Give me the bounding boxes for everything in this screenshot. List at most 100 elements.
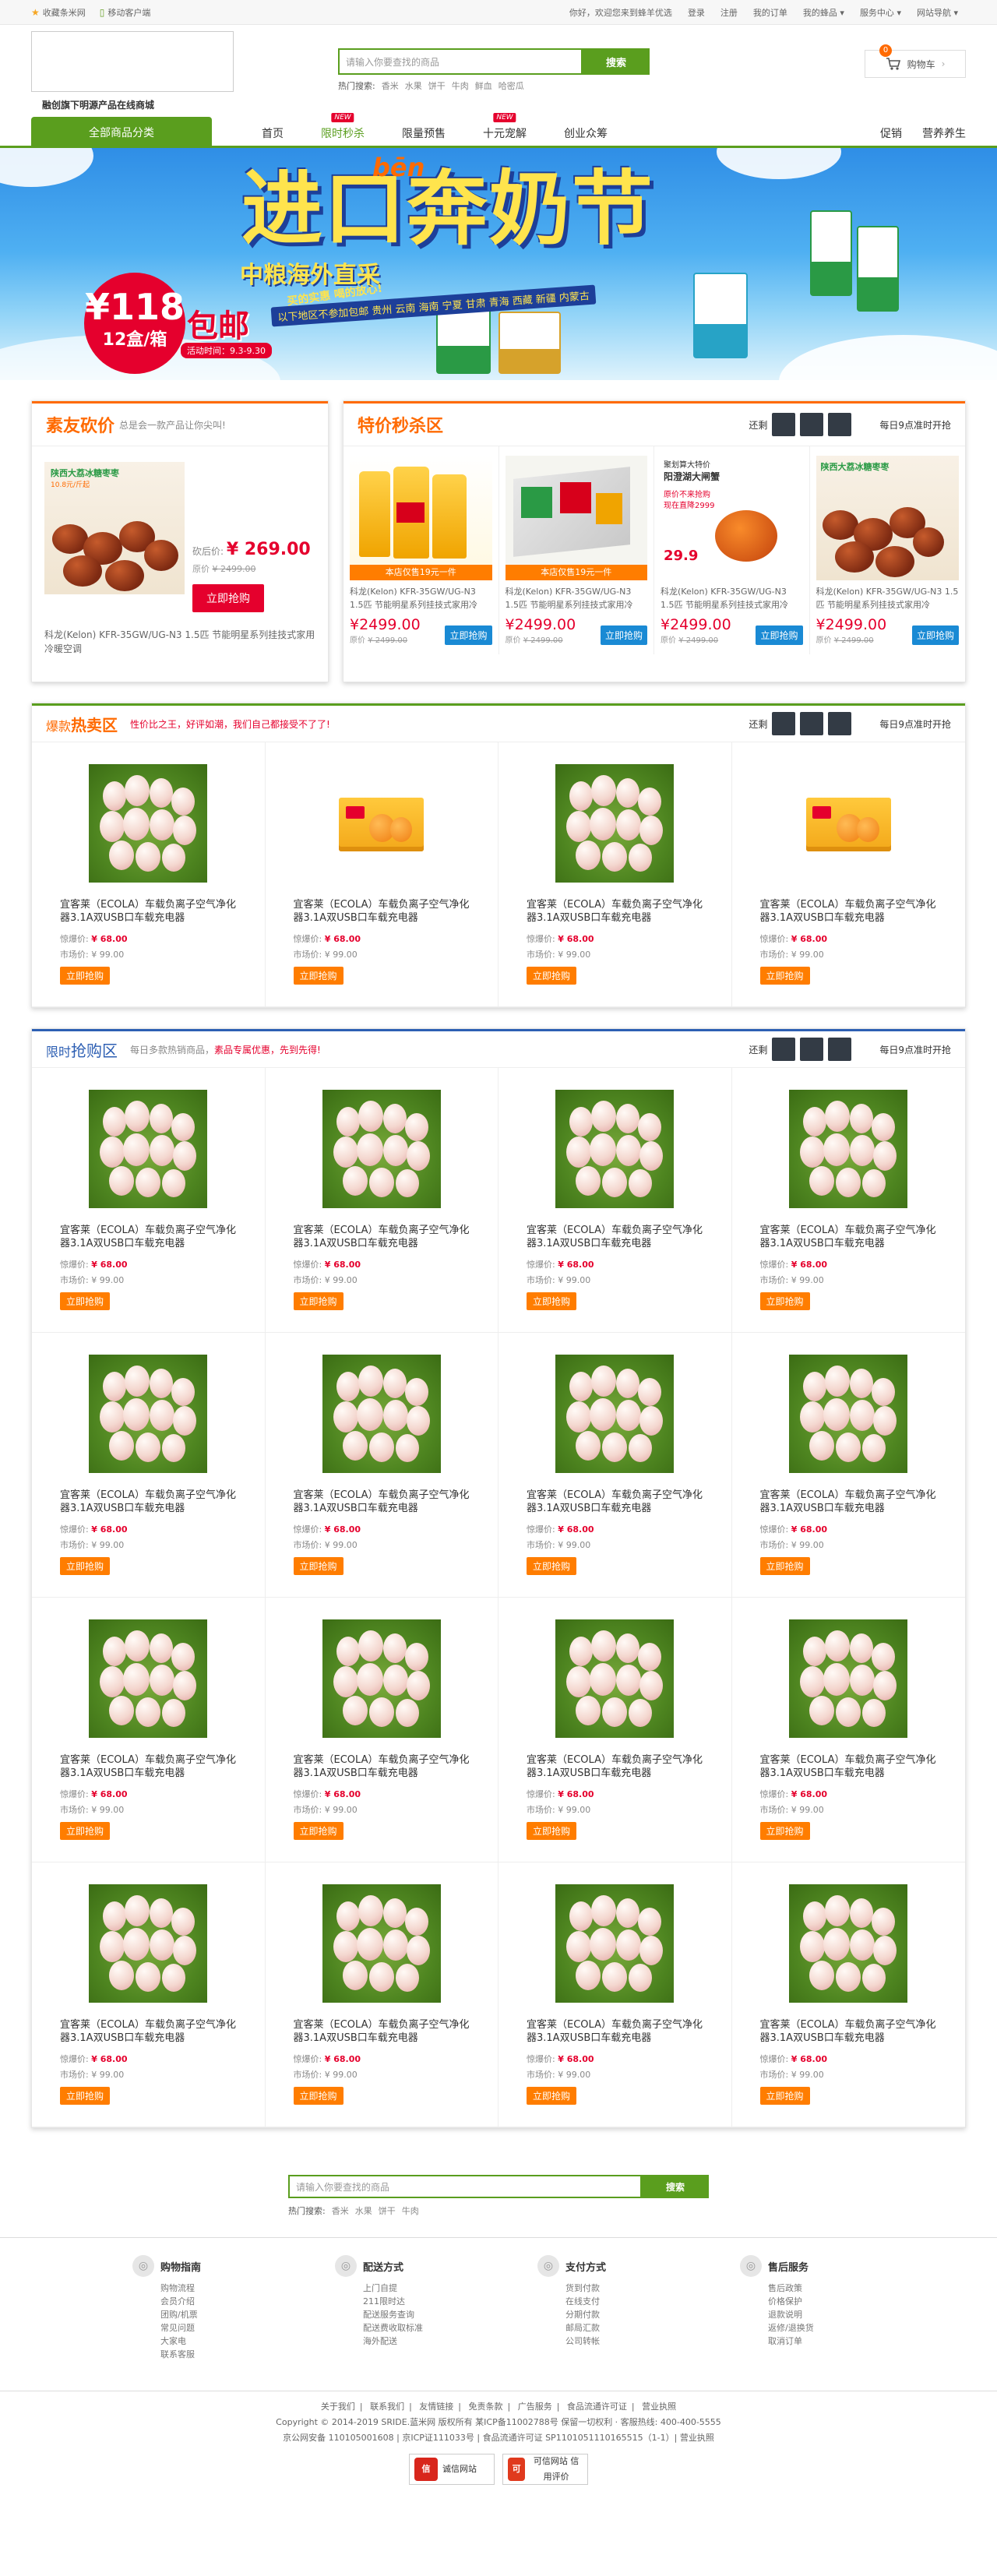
flash-sale-item[interactable]: 本店仅售19元一件 科龙(Kelon) KFR-35GW/UG-N3 1.5匹 … — [343, 446, 499, 654]
product-card[interactable]: 宜客莱（ECOLA）车载负离子空气净化器3.1A双USB口车载充电器 惊爆价: … — [498, 1333, 732, 1598]
search-input[interactable]: 请输入你要查找的商品 — [288, 2175, 642, 2198]
login-link[interactable]: 登录 — [680, 6, 713, 19]
buy-now-button[interactable]: 立即抢购 — [293, 1557, 343, 1575]
buy-now-button[interactable]: 立即抢购 — [527, 1292, 577, 1310]
favorite-link[interactable]: ★ 收藏条米网 — [31, 6, 86, 19]
buy-now-button[interactable]: 立即抢购 — [911, 625, 959, 645]
product-card[interactable]: 宜客莱（ECOLA）车载负离子空气净化器3.1A双USB口车载充电器 惊爆价: … — [32, 1862, 266, 2127]
service-link[interactable]: 大家电 — [160, 2335, 257, 2348]
product-card[interactable]: 宜客莱（ECOLA）车载负离子空气净化器3.1A双USB口车载充电器 惊爆价: … — [265, 1333, 498, 1598]
service-link[interactable]: 售后政策 — [768, 2282, 865, 2295]
buy-now-button[interactable]: 立即抢购 — [527, 967, 577, 985]
flash-sale-item[interactable]: 聚划算大特价 阳澄湖大闸蟹 原价不来抢购 现在直降2999 29.9 科龙(Ke… — [654, 446, 810, 654]
service-link[interactable]: 邮局汇款 — [565, 2321, 662, 2335]
hot-term[interactable]: 水果 — [405, 79, 422, 92]
product-card[interactable]: 宜客莱（ECOLA）车载负离子空气净化器3.1A双USB口车载充电器 惊爆价: … — [731, 1862, 965, 2127]
service-link[interactable]: 在线支付 — [565, 2295, 662, 2308]
buy-now-button[interactable]: 立即抢购 — [600, 625, 647, 645]
service-link[interactable]: 会员介绍 — [160, 2295, 257, 2308]
service-link[interactable]: 公司转帐 — [565, 2335, 662, 2348]
product-card[interactable]: 宜客莱（ECOLA）车载负离子空气净化器3.1A双USB口车载充电器 惊爆价: … — [265, 1598, 498, 1862]
product-card[interactable]: 宜客莱（ECOLA）车载负离子空气净化器3.1A双USB口车载充电器 惊爆价: … — [32, 1598, 266, 1862]
hot-term[interactable]: 牛肉 — [402, 2204, 419, 2217]
buy-now-button[interactable]: 立即抢购 — [293, 967, 343, 985]
hot-term[interactable]: 饼干 — [379, 2204, 396, 2217]
trust-badge[interactable]: 信诚信网站 — [409, 2454, 495, 2485]
buy-now-button[interactable]: 立即抢购 — [759, 1822, 810, 1840]
buy-now-button[interactable]: 立即抢购 — [527, 2087, 577, 2105]
product-card[interactable]: 宜客莱（ECOLA）车载负离子空气净化器3.1A双USB口车载充电器 惊爆价: … — [731, 1068, 965, 1333]
buy-now-button[interactable]: 立即抢购 — [445, 625, 492, 645]
buy-now-button[interactable]: 立即抢购 — [60, 1822, 111, 1840]
service-link[interactable]: 211限时达 — [363, 2295, 460, 2308]
product-card[interactable]: 宜客莱（ECOLA）车载负离子空气净化器3.1A双USB口车载充电器 惊爆价: … — [498, 1862, 732, 2127]
register-link[interactable]: 注册 — [713, 6, 745, 19]
buy-now-button[interactable]: 立即抢购 — [60, 1557, 111, 1575]
nav-item-flash-sale[interactable]: NEW 限时秒杀 — [302, 113, 383, 141]
product-card[interactable]: 宜客莱（ECOLA）车载负离子空气净化器3.1A双USB口车载充电器 惊爆价: … — [32, 1068, 266, 1333]
buy-now-button[interactable]: 立即抢购 — [60, 1292, 111, 1310]
dates-product-image[interactable]: 陕西大荔冰糖枣枣 10.8元/斤起 — [44, 462, 185, 594]
flash-sale-item[interactable]: 陕西大荔冰糖枣枣 科龙(Kelon) KFR-35GW/UG-N3 1.5匹 节… — [810, 446, 966, 654]
my-orders-link[interactable]: 我的订单 — [745, 6, 795, 19]
cart-button[interactable]: 0 购物车 › — [865, 44, 966, 78]
search-button[interactable]: 搜索 — [642, 2175, 709, 2198]
buy-now-button[interactable]: 立即抢购 — [192, 584, 264, 612]
service-link[interactable]: 返修/退换货 — [768, 2321, 865, 2335]
product-card[interactable]: 宜客莱（ECOLA）车载负离子空气净化器3.1A双USB口车载充电器 惊爆价: … — [265, 1068, 498, 1333]
hot-term[interactable]: 香米 — [382, 79, 399, 92]
hot-term[interactable]: 牛肉 — [452, 79, 469, 92]
mobile-client-link[interactable]: ▯ 移动客户端 — [100, 6, 151, 19]
product-card[interactable]: 宜客莱（ECOLA）车载负离子空气净化器3.1A双USB口车载充电器 惊爆价: … — [498, 742, 732, 1007]
footer-link[interactable]: 营业执照 — [637, 2402, 681, 2412]
service-link[interactable]: 退款说明 — [768, 2308, 865, 2321]
nav-item-crowdfunding[interactable]: 创业众筹 — [545, 125, 626, 141]
service-link[interactable]: 价格保护 — [768, 2295, 865, 2308]
nav-item-health[interactable]: 营养养生 — [922, 125, 966, 141]
service-center-menu[interactable]: 服务中心 ▾ — [852, 6, 909, 19]
product-card[interactable]: 宜客莱（ECOLA）车载负离子空气净化器3.1A双USB口车载充电器 惊爆价: … — [731, 1598, 965, 1862]
promo-banner[interactable]: 进口奔奶节 bēn 中粮海外直采 买的实惠 喝的放心! 以下地区不参加包邮 贵州… — [0, 148, 997, 380]
buy-now-button[interactable]: 立即抢购 — [527, 1822, 577, 1840]
footer-link[interactable]: 联系我们 — [365, 2402, 409, 2412]
service-link[interactable]: 货到付款 — [565, 2282, 662, 2295]
service-link[interactable]: 联系客服 — [160, 2348, 257, 2361]
buy-now-button[interactable]: 立即抢购 — [60, 2087, 111, 2105]
buy-now-button[interactable]: 立即抢购 — [759, 2087, 810, 2105]
product-card[interactable]: 宜客莱（ECOLA）车载负离子空气净化器3.1A双USB口车载充电器 惊爆价: … — [498, 1068, 732, 1333]
service-link[interactable]: 团购/机票 — [160, 2308, 257, 2321]
service-link[interactable]: 海外配送 — [363, 2335, 460, 2348]
product-card[interactable]: 宜客莱（ECOLA）车载负离子空气净化器3.1A双USB口车载充电器 惊爆价: … — [498, 1598, 732, 1862]
hot-term[interactable]: 香米 — [332, 2204, 349, 2217]
service-link[interactable]: 购物流程 — [160, 2282, 257, 2295]
service-link[interactable]: 取消订单 — [768, 2335, 865, 2348]
nav-item-home[interactable]: 首页 — [243, 125, 302, 141]
search-input[interactable]: 请输入你要查找的商品 — [338, 48, 583, 75]
flash-sale-item[interactable]: 本店仅售19元一件 科龙(Kelon) KFR-35GW/UG-N3 1.5匹 … — [499, 446, 654, 654]
product-card[interactable]: 宜客莱（ECOLA）车载负离子空气净化器3.1A双USB口车载充电器 惊爆价: … — [32, 742, 266, 1007]
footer-link[interactable]: 免责条款 — [464, 2402, 508, 2412]
product-card[interactable]: 宜客莱（ECOLA）车载负离子空气净化器3.1A双USB口车载充电器 惊爆价: … — [32, 1333, 266, 1598]
trust-badge[interactable]: 可可信网站 信用评价 — [502, 2454, 588, 2485]
service-link[interactable]: 配送服务查询 — [363, 2308, 460, 2321]
service-link[interactable]: 上门自提 — [363, 2282, 460, 2295]
nav-item-presale[interactable]: 限量预售 — [383, 125, 464, 141]
all-categories-button[interactable]: 全部商品分类 — [31, 117, 212, 148]
footer-link[interactable]: 友情链接 — [414, 2402, 458, 2412]
logo[interactable] — [31, 31, 234, 92]
my-goods-menu[interactable]: 我的蜂品 ▾ — [795, 6, 852, 19]
buy-now-button[interactable]: 立即抢购 — [759, 1557, 810, 1575]
hot-term[interactable]: 鲜血 — [475, 79, 492, 92]
product-card[interactable]: 宜客莱（ECOLA）车载负离子空气净化器3.1A双USB口车载充电器 惊爆价: … — [265, 742, 498, 1007]
footer-link[interactable]: 关于我们 — [316, 2402, 360, 2412]
buy-now-button[interactable]: 立即抢购 — [60, 967, 111, 985]
buy-now-button[interactable]: 立即抢购 — [759, 967, 810, 985]
hot-term[interactable]: 哈密瓜 — [498, 79, 524, 92]
buy-now-button[interactable]: 立即抢购 — [293, 1822, 343, 1840]
service-link[interactable]: 配送费收取标准 — [363, 2321, 460, 2335]
hot-term[interactable]: 饼干 — [428, 79, 446, 92]
deal-product-name[interactable]: 科龙(Kelon) KFR-35GW/UG-N3 1.5匹 节能明星系列挂技式家… — [32, 628, 328, 667]
buy-now-button[interactable]: 立即抢购 — [756, 625, 803, 645]
product-card[interactable]: 宜客莱（ECOLA）车载负离子空气净化器3.1A双USB口车载充电器 惊爆价: … — [731, 1333, 965, 1598]
buy-now-button[interactable]: 立即抢购 — [293, 1292, 343, 1310]
